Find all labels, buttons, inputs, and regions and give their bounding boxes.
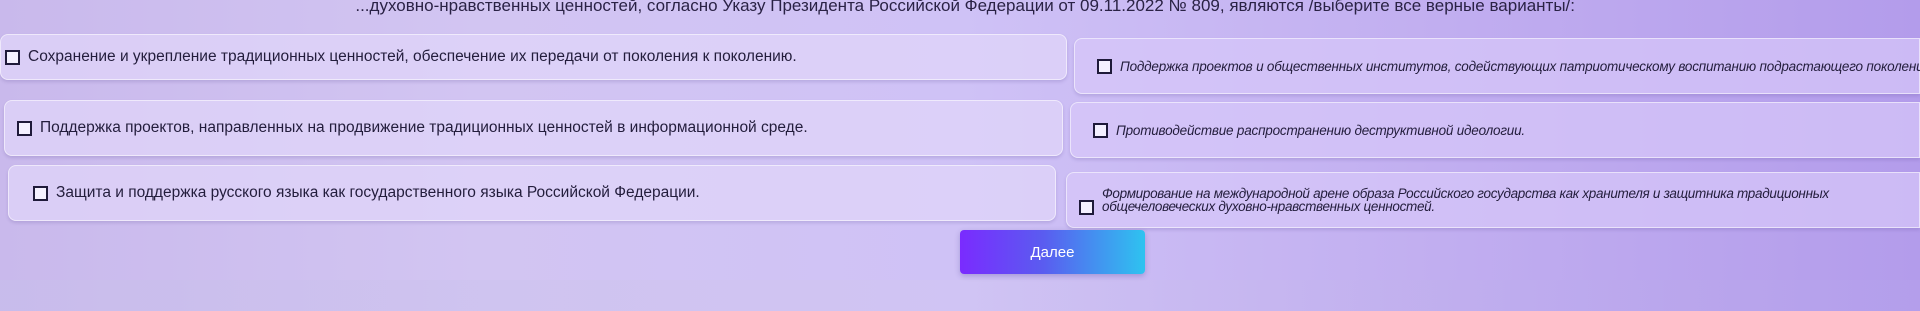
checkbox[interactable] [33,185,48,201]
option-label: Поддержка проектов, направленных на прод… [40,119,808,136]
option-1[interactable]: Сохранение и укрепление традиционных цен… [0,34,1067,80]
checkbox[interactable] [17,120,32,136]
option-5[interactable]: Противодействие распространению деструкт… [1070,102,1920,158]
option-label: Сохранение и укрепление традиционных цен… [28,48,797,65]
option-4[interactable]: Поддержка проектов и общественных инстит… [1074,38,1920,94]
option-2[interactable]: Поддержка проектов, направленных на прод… [4,100,1063,156]
option-3[interactable]: Защита и поддержка русского языка как го… [8,165,1056,221]
question-text: ...духовно-нравственных ценностей, согла… [355,0,1575,15]
question-header: ...духовно-нравственных ценностей, согла… [0,0,1920,18]
checkbox[interactable] [1079,199,1094,215]
checkbox[interactable] [1093,122,1108,138]
option-6[interactable]: Формирование на международной арене обра… [1066,172,1920,228]
option-label: Формирование на международной арене обра… [1102,186,1829,214]
option-label: Защита и поддержка русского языка как го… [56,184,700,201]
background-shade [0,280,1920,311]
next-button[interactable]: Далее [960,230,1145,274]
checkbox[interactable] [1097,58,1112,74]
option-label: Противодействие распространению деструкт… [1116,122,1525,138]
option-label: Поддержка проектов и общественных инстит… [1120,58,1920,74]
checkbox[interactable] [5,49,20,65]
